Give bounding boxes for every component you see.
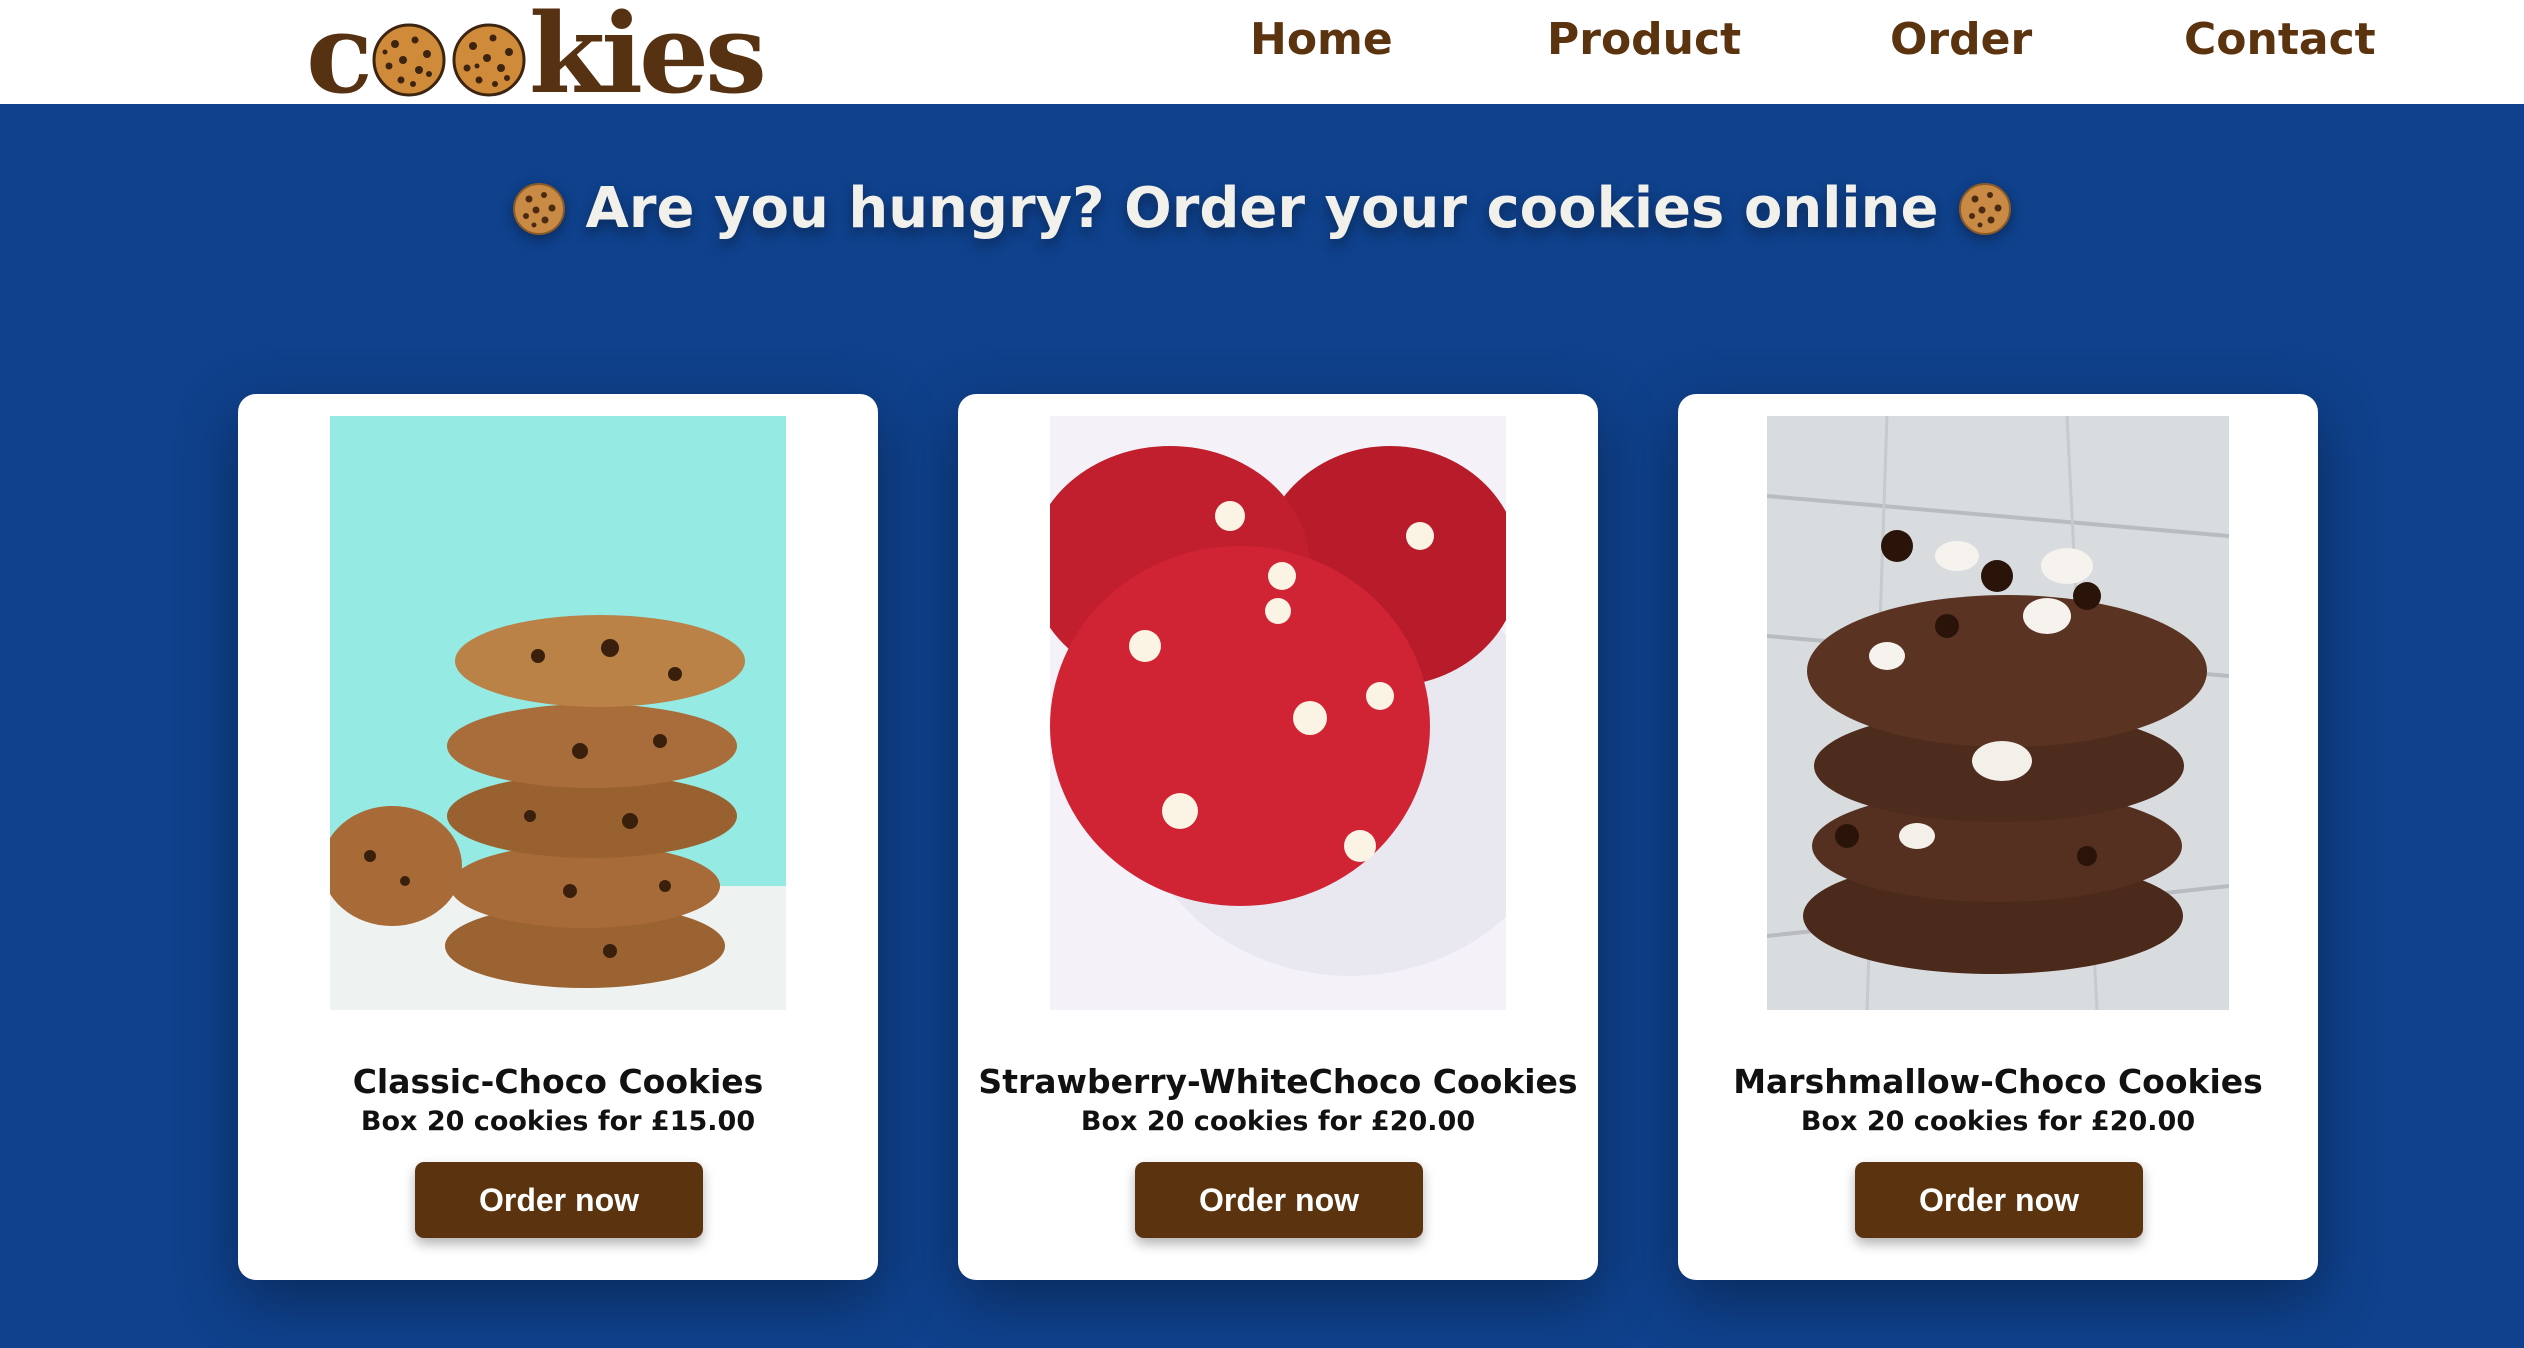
logo-text-end: kies [528,0,767,118]
product-image-marshmallow-choco [1767,416,2229,1010]
logo-text-start: c [306,0,373,118]
cookie-icon [1958,182,2012,236]
product-image-strawberry-whitechoco [1050,416,1506,1010]
product-price: Box 20 cookies for £20.00 [1800,1106,2196,1137]
product-name: Marshmallow-Choco Cookies [1733,1062,2263,1101]
order-now-button[interactable]: Order now [1135,1162,1423,1238]
product-card-strawberry-whitechoco: Strawberry-WhiteChoco Cookies Box 20 coo… [958,394,1598,1280]
product-price: Box 20 cookies for £20.00 [1080,1106,1476,1137]
order-now-button[interactable]: Order now [415,1162,703,1238]
product-card-marshmallow-choco: Marshmallow-Choco Cookies Box 20 cookies… [1678,394,2318,1280]
hero-heading: Are you hungry? Order your cookies onlin… [0,176,2524,241]
nav-item-product[interactable]: Product [1547,14,1741,65]
order-now-button[interactable]: Order now [1855,1162,2143,1238]
cookies-logo[interactable]: c kies [306,0,767,118]
product-image-classic-choco [330,416,786,1010]
product-name: Strawberry-WhiteChoco Cookies [978,1062,1578,1101]
product-name: Classic-Choco Cookies [352,1062,764,1101]
nav-item-contact[interactable]: Contact [2184,14,2376,65]
site-header: c kies Home Product Order Contact [0,0,2524,118]
logo-cookie-icon [451,22,527,98]
product-price: Box 20 cookies for £15.00 [360,1106,756,1137]
hero-title: Are you hungry? Order your cookies onlin… [585,176,1939,241]
nav-item-order[interactable]: Order [1890,14,2032,65]
main-nav: Home Product Order Contact [1180,0,2410,90]
logo-cookie-icon [371,22,447,98]
cookie-icon [512,182,566,236]
nav-item-home[interactable]: Home [1250,14,1393,65]
product-card-classic-choco: Classic-Choco Cookies Box 20 cookies for… [238,394,878,1280]
